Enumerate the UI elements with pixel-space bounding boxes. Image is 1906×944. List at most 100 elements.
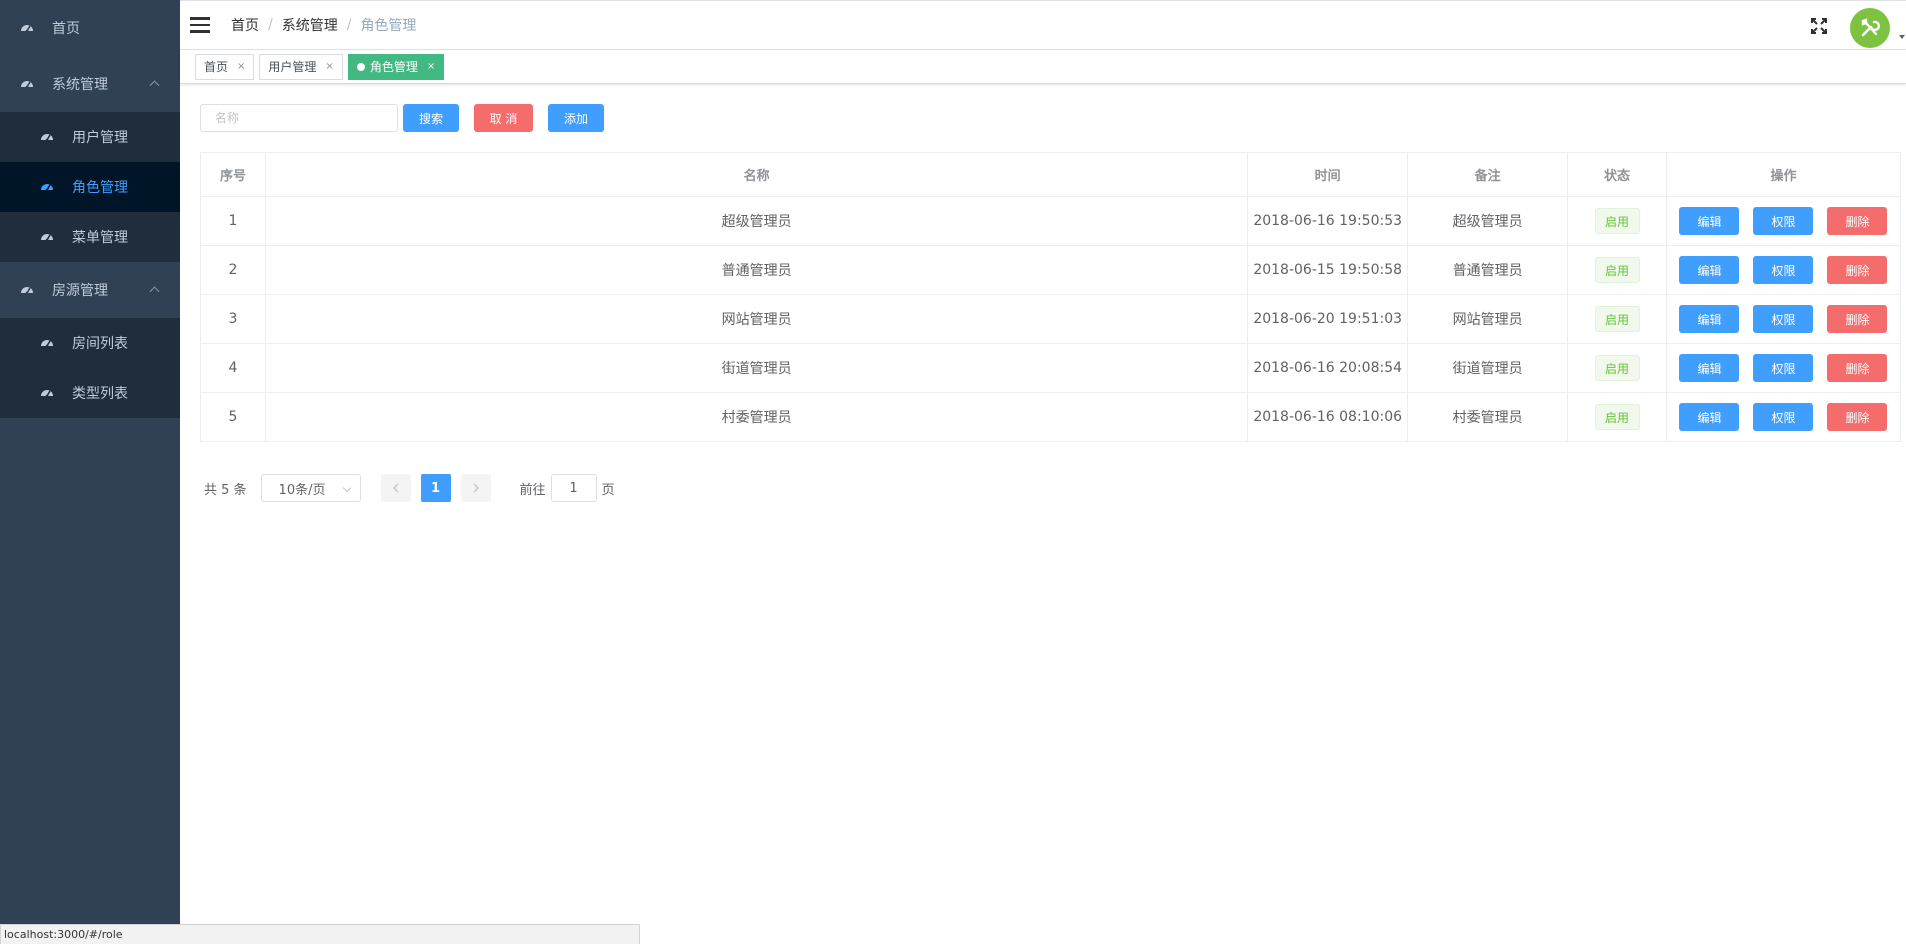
sidebar-item-label: 菜单管理 [72, 230, 128, 246]
permission-button[interactable]: 权限 [1753, 207, 1814, 235]
breadcrumb-item-home[interactable]: 首页 [231, 15, 259, 35]
dashboard-icon [40, 386, 54, 400]
breadcrumb-item-system[interactable]: 系统管理 [282, 15, 338, 35]
delete-button[interactable]: 删除 [1827, 305, 1888, 333]
dashboard-icon [40, 130, 54, 144]
status-badge: 启用 [1594, 404, 1640, 430]
chevron-right-icon [473, 483, 479, 493]
sidebar-item-menus[interactable]: 菜单管理 [0, 212, 180, 262]
edit-button[interactable]: 编辑 [1679, 207, 1740, 235]
cell-status: 启用 [1567, 294, 1667, 344]
cell-name: 网站管理员 [264, 294, 1249, 344]
sidebar-item-roles[interactable]: 角色管理 [0, 162, 180, 212]
tools-icon [1861, 18, 1881, 37]
delete-button[interactable]: 删除 [1827, 403, 1888, 431]
sidebar-item-label: 角色管理 [72, 180, 128, 196]
fullscreen-icon[interactable] [1810, 17, 1828, 35]
tag-users[interactable]: 用户管理 × [259, 53, 343, 80]
cell-index: 1 [200, 196, 266, 246]
permission-button[interactable]: 权限 [1753, 354, 1814, 382]
dashboard-icon [40, 336, 54, 350]
page-size-select[interactable]: 10条/页 [260, 474, 361, 502]
tag-label: 角色管理 [369, 60, 418, 74]
sidebar-item-label: 房源管理 [52, 283, 108, 299]
status-badge: 启用 [1594, 208, 1640, 234]
breadcrumb-separator: / [346, 17, 352, 33]
sidebar: 首页 系统管理 用户管理 角色管理 菜单管理 房源管理 房间列表 类型列表 [0, 0, 180, 944]
page-suffix-label: 页 [601, 482, 615, 498]
breadcrumb-separator: / [268, 17, 273, 33]
submenu-system: 用户管理 角色管理 菜单管理 [0, 112, 180, 262]
avatar[interactable] [1850, 8, 1890, 48]
caret-down-icon[interactable] [1899, 35, 1905, 39]
goto-page-input[interactable] [550, 474, 597, 502]
cell-name: 村委管理员 [264, 392, 1249, 442]
cancel-button[interactable]: 取 消 [474, 104, 533, 132]
delete-button[interactable]: 删除 [1827, 354, 1888, 382]
permission-button[interactable]: 权限 [1753, 403, 1814, 431]
edit-button[interactable]: 编辑 [1679, 354, 1740, 382]
cell-index: 5 [200, 392, 266, 442]
cell-status: 启用 [1567, 392, 1667, 442]
close-icon[interactable]: × [325, 61, 333, 72]
delete-button[interactable]: 删除 [1827, 207, 1888, 235]
name-search-input[interactable] [200, 104, 398, 132]
edit-button[interactable]: 编辑 [1679, 403, 1740, 431]
edit-button[interactable]: 编辑 [1679, 305, 1740, 333]
hamburger-icon[interactable] [190, 17, 210, 33]
prev-page-button[interactable] [380, 474, 411, 502]
cell-remark: 网站管理员 [1407, 294, 1569, 344]
navbar: 首页 / 系统管理 / 角色管理 [180, 0, 1906, 50]
search-button[interactable]: 搜索 [403, 104, 459, 132]
permission-button[interactable]: 权限 [1753, 305, 1814, 333]
chevron-left-icon [392, 483, 399, 493]
breadcrumb-item-current: 角色管理 [360, 18, 417, 34]
dashboard-icon [20, 283, 34, 297]
cell-remark: 超级管理员 [1407, 196, 1569, 246]
column-header: 操作 [1665, 152, 1902, 197]
delete-button[interactable]: 删除 [1827, 256, 1888, 284]
dashboard-icon [40, 180, 54, 194]
cell-time: 2018-06-16 08:10:06 [1247, 392, 1409, 442]
permission-button[interactable]: 权限 [1753, 256, 1814, 284]
add-button[interactable]: 添加 [548, 104, 604, 132]
dashboard-icon [40, 230, 54, 244]
table-row: 1 超级管理员 2018-06-16 19:50:53 超级管理员 启用 编辑 … [200, 196, 1902, 246]
table-row: 4 街道管理员 2018-06-16 20:08:54 街道管理员 启用 编辑 … [200, 343, 1902, 393]
cell-actions: 编辑 权限 删除 [1665, 392, 1902, 442]
cell-name: 街道管理员 [264, 343, 1249, 393]
cell-actions: 编辑 权限 删除 [1665, 294, 1902, 344]
cell-remark: 普通管理员 [1407, 245, 1569, 295]
dashboard-icon [20, 21, 34, 35]
sidebar-item-home[interactable]: 首页 [0, 0, 180, 56]
cell-actions: 编辑 权限 删除 [1665, 245, 1902, 295]
roles-table: 序号 名称 时间 备注 状态 操作 1 超级管理员 2018-06-16 19:… [200, 152, 1902, 442]
breadcrumb: 首页 / 系统管理 / 角色管理 [231, 15, 416, 35]
cell-remark: 街道管理员 [1407, 343, 1569, 393]
sidebar-item-label: 系统管理 [52, 77, 108, 93]
column-header: 备注 [1407, 152, 1569, 197]
tag-roles[interactable]: 角色管理 × [347, 53, 445, 80]
active-dot-icon [356, 62, 365, 71]
tag-label: 首页 [204, 60, 229, 74]
close-icon[interactable]: × [427, 61, 435, 72]
chevron-up-icon [149, 80, 160, 91]
cell-actions: 编辑 权限 删除 [1665, 196, 1902, 246]
page-number-button[interactable]: 1 [420, 474, 451, 502]
tag-home[interactable]: 首页 × [195, 53, 255, 80]
chevron-down-icon [342, 483, 351, 493]
column-header: 序号 [200, 152, 266, 197]
sidebar-item-rooms[interactable]: 房间列表 [0, 318, 180, 368]
sidebar-item-housing[interactable]: 房源管理 [0, 262, 180, 318]
cell-time: 2018-06-15 19:50:58 [1247, 245, 1409, 295]
next-page-button[interactable] [460, 474, 491, 502]
sidebar-item-types[interactable]: 类型列表 [0, 368, 180, 418]
cell-time: 2018-06-16 19:50:53 [1247, 196, 1409, 246]
cell-time: 2018-06-16 20:08:54 [1247, 343, 1409, 393]
close-icon[interactable]: × [237, 61, 245, 72]
sidebar-item-system[interactable]: 系统管理 [0, 56, 180, 112]
cell-index: 2 [200, 245, 266, 295]
sidebar-item-users[interactable]: 用户管理 [0, 112, 180, 162]
status-url: localhost:3000/#/role [4, 928, 123, 941]
edit-button[interactable]: 编辑 [1679, 256, 1740, 284]
